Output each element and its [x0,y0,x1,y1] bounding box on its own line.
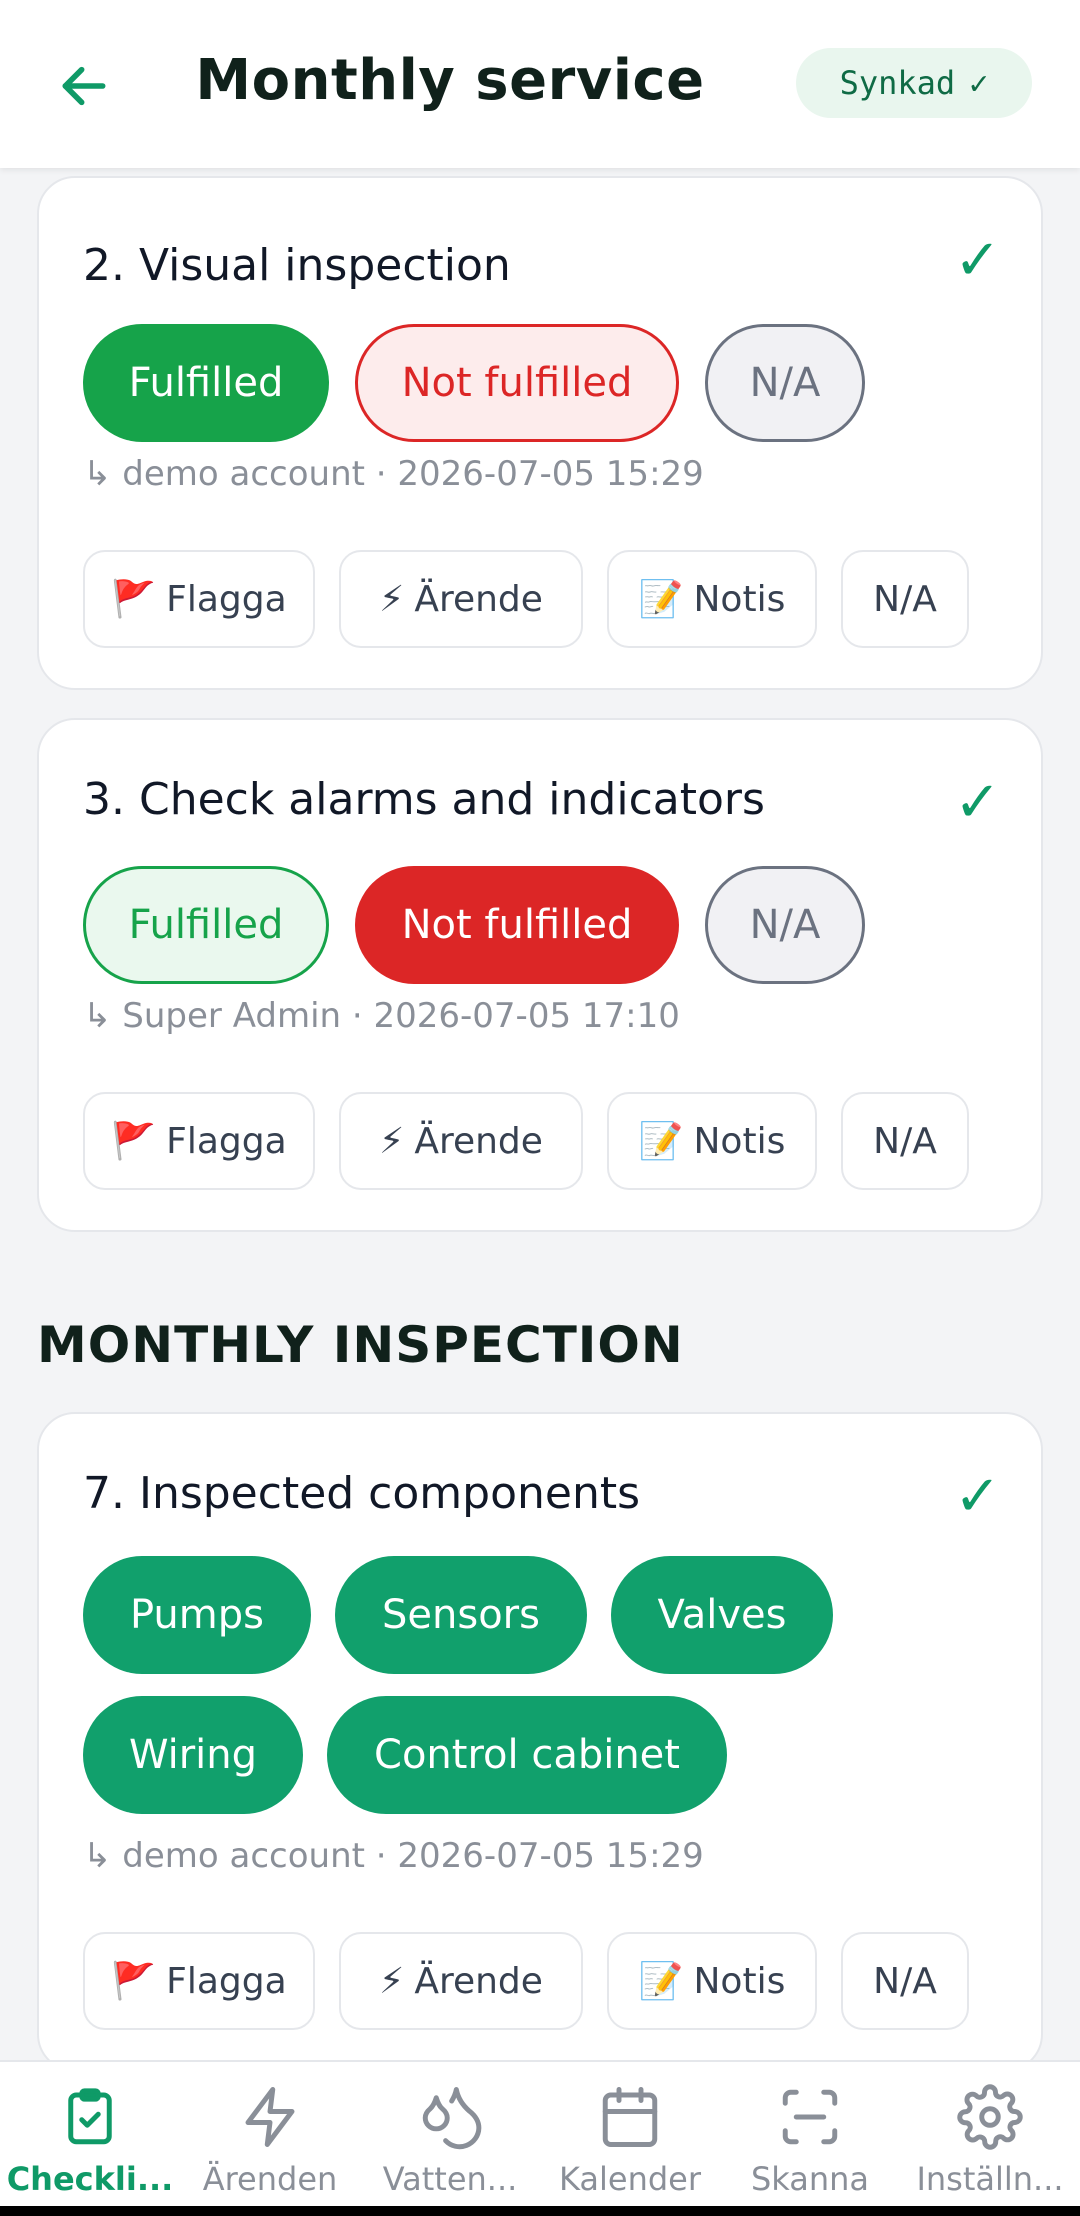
note-button[interactable]: 📝 Notis [607,1092,817,1190]
nav-item-water[interactable]: Vatten... [360,2062,540,2216]
component-chip[interactable]: Wiring [83,1696,303,1814]
memo-icon: 📝 [638,1961,684,2002]
nav-item-scan[interactable]: Skanna [720,2062,900,2216]
component-chip[interactable]: Control cabinet [327,1696,727,1814]
item-title: 7. Inspected components [83,1468,641,1519]
sync-status-badge: Synkad ✓ [796,48,1032,118]
nav-item-issues[interactable]: Ärenden [180,2062,360,2216]
completed-check-icon: ✓ [954,1464,1001,1529]
note-label: Notis [693,578,786,620]
clipboard-check-icon [68,2088,112,2145]
issue-label: Ärende [414,1120,543,1162]
flag-button[interactable]: 🚩 Flagga [83,1092,315,1190]
checklist-card: 2. Visual inspection ✓ Fulfilled Not ful… [37,176,1043,690]
checklist-card: 3. Check alarms and indicators ✓ Fulfill… [37,718,1043,1232]
app-header: Monthly service Synkad ✓ [0,0,1080,168]
checklist-scroll-area[interactable]: 2. Visual inspection ✓ Fulfilled Not ful… [0,168,1080,2060]
na-action-button[interactable]: N/A [841,550,969,648]
lightning-icon: ⚡ [379,578,405,620]
nav-item-calendar[interactable]: Kalender [540,2062,720,2216]
fulfilled-button[interactable]: Fulfilled [83,866,329,984]
lightning-icon [245,2087,295,2147]
flag-icon: 🚩 [111,579,157,620]
nav-label: Vatten... [382,2160,518,2198]
completed-by-meta: ↳ demo account · 2026-07-05 15:29 [83,1836,704,1876]
lightning-icon: ⚡ [379,1960,405,2002]
water-drops-icon [422,2087,482,2150]
not-fulfilled-button[interactable]: Not fulfilled [355,866,679,984]
checklist-card: 7. Inspected components ✓ Pumps Sensors … [37,1412,1043,2060]
bottom-navigation: Checkli... Ärenden Vatten... Kalender Sk… [0,2060,1080,2216]
memo-icon: 📝 [638,579,684,620]
issue-button[interactable]: ⚡ Ärende [339,1092,583,1190]
na-button[interactable]: N/A [705,866,865,984]
fulfilled-button[interactable]: Fulfilled [83,324,329,442]
calendar-icon [602,2087,658,2147]
flag-button[interactable]: 🚩 Flagga [83,1932,315,2030]
flag-label: Flagga [166,578,287,620]
na-button[interactable]: N/A [705,324,865,442]
system-home-bar [0,2206,1080,2216]
flag-icon: 🚩 [111,1961,157,2002]
component-chip[interactable]: Sensors [335,1556,587,1674]
completed-by-meta: ↳ Super Admin · 2026-07-05 17:10 [83,996,680,1036]
note-label: Notis [693,1960,786,2002]
nav-item-settings[interactable]: Inställn... [900,2062,1080,2216]
component-chip[interactable]: Valves [611,1556,833,1674]
nav-label: Ärenden [202,2160,338,2198]
section-heading: MONTHLY INSPECTION [37,1316,684,1374]
flag-label: Flagga [166,1960,287,2002]
flag-label: Flagga [166,1120,287,1162]
issue-label: Ärende [414,578,543,620]
nav-label: Inställn... [916,2160,1064,2198]
sync-label: Synkad [839,64,956,102]
issue-label: Ärende [414,1960,543,2002]
lightning-icon: ⚡ [379,1120,405,1162]
na-action-button[interactable]: N/A [841,1092,969,1190]
item-title: 2. Visual inspection [83,240,511,291]
note-label: Notis [693,1120,786,1162]
completed-check-icon: ✓ [954,228,1001,293]
scan-icon [782,2089,838,2145]
nav-label: Skanna [750,2160,870,2198]
completed-check-icon: ✓ [954,770,1001,835]
memo-icon: 📝 [638,1121,684,1162]
issue-button[interactable]: ⚡ Ärende [339,550,583,648]
na-action-button[interactable]: N/A [841,1932,969,2030]
note-button[interactable]: 📝 Notis [607,1932,817,2030]
nav-label: Kalender [558,2160,702,2198]
note-button[interactable]: 📝 Notis [607,550,817,648]
flag-icon: 🚩 [111,1121,157,1162]
nav-label: Checkli... [6,2160,174,2198]
flag-button[interactable]: 🚩 Flagga [83,550,315,648]
item-title: 3. Check alarms and indicators [83,774,765,825]
component-chip[interactable]: Pumps [83,1556,311,1674]
not-fulfilled-button[interactable]: Not fulfilled [355,324,679,442]
gear-icon [957,2084,1023,2150]
check-icon: ✓ [969,64,989,102]
issue-button[interactable]: ⚡ Ärende [339,1932,583,2030]
completed-by-meta: ↳ demo account · 2026-07-05 15:29 [83,454,704,494]
nav-item-checklists[interactable]: Checkli... [0,2062,180,2216]
